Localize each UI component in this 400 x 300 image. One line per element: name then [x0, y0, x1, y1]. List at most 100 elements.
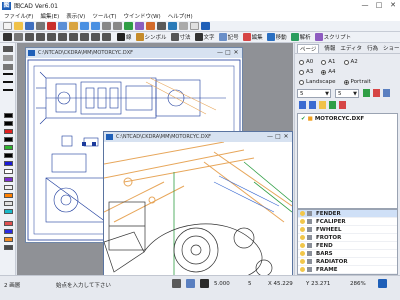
radio-a4[interactable]: [321, 69, 327, 75]
add-file-icon[interactable]: [319, 101, 326, 109]
remove-icon[interactable]: [339, 101, 346, 109]
doc-front-maximize-button[interactable]: □: [274, 133, 282, 141]
tab-page[interactable]: ページ: [297, 43, 320, 53]
delete-icon[interactable]: [373, 89, 380, 97]
lock-icon[interactable]: [307, 211, 312, 216]
tool-text[interactable]: 文字: [204, 33, 215, 41]
doc-close-button[interactable]: ✕: [232, 49, 240, 57]
doc-front-close-button[interactable]: ✕: [282, 133, 290, 141]
visibility-icon[interactable]: [300, 227, 305, 232]
tool-move[interactable]: 移動: [276, 33, 287, 41]
ellipse-icon[interactable]: [80, 33, 89, 41]
color-purple-swatch[interactable]: [4, 177, 13, 182]
copy-icon[interactable]: [58, 22, 67, 30]
tab-short[interactable]: ショート: [383, 44, 400, 52]
menu-window[interactable]: ウインドウ(W): [123, 12, 160, 20]
tool-analyze[interactable]: 解析: [300, 33, 311, 41]
menu-view[interactable]: 表示(V): [66, 12, 85, 20]
visibility-icon[interactable]: [300, 243, 305, 248]
lock-icon[interactable]: [307, 259, 312, 264]
color-red-swatch[interactable]: [4, 129, 13, 134]
radio-a1[interactable]: [321, 59, 327, 65]
close-button[interactable]: ✕: [386, 0, 400, 11]
line-icon[interactable]: [25, 33, 34, 41]
select-arrow-icon[interactable]: [3, 33, 12, 41]
menu-edit[interactable]: 編集(E): [40, 12, 59, 20]
tool-dimension[interactable]: 寸法: [180, 33, 191, 41]
zoom-fit-icon[interactable]: [124, 22, 133, 30]
lock-icon[interactable]: [307, 267, 312, 272]
drawing-window-front-titlebar[interactable]: C:\NTCAD\CKDRA\MM\MOTORCYC.DXF: [104, 132, 292, 142]
visibility-icon[interactable]: [300, 259, 305, 264]
color-dark-swatch[interactable]: [4, 137, 13, 142]
help-icon[interactable]: [201, 22, 210, 30]
zoom-out-icon[interactable]: [113, 22, 122, 30]
point-icon[interactable]: [14, 33, 23, 41]
tab-action[interactable]: 行為: [367, 44, 378, 52]
layer-row[interactable]: FWHEEL: [298, 226, 397, 234]
grid-toggle-icon[interactable]: [172, 279, 181, 288]
cad-drawing-canvas-front[interactable]: [104, 142, 292, 275]
color-blue-swatch[interactable]: [4, 161, 13, 166]
doc-maximize-button[interactable]: □: [224, 49, 232, 57]
polyline-icon[interactable]: [36, 33, 45, 41]
rect-icon[interactable]: [47, 33, 56, 41]
layer-row[interactable]: BARS: [298, 250, 397, 258]
radio-a3[interactable]: [299, 69, 304, 75]
color-dark2-swatch[interactable]: [4, 153, 13, 158]
layer-row[interactable]: RADIATOR: [298, 258, 397, 266]
maximize-button[interactable]: □: [372, 0, 386, 11]
menu-file[interactable]: ファイル(F): [4, 12, 33, 20]
settings-icon[interactable]: [179, 22, 188, 30]
save-icon[interactable]: [25, 22, 34, 30]
color-white-swatch[interactable]: [4, 169, 13, 174]
hatch-icon[interactable]: [91, 33, 100, 41]
new-file-icon[interactable]: [3, 22, 12, 30]
visibility-icon[interactable]: [300, 235, 305, 240]
ortho-toggle-icon[interactable]: [200, 279, 209, 288]
radio-landscape[interactable]: [299, 79, 304, 85]
layer-row[interactable]: FCALIPER: [298, 218, 397, 226]
color-pink-swatch[interactable]: [4, 221, 13, 226]
line-style-icon[interactable]: [3, 55, 13, 61]
visibility-icon[interactable]: [300, 267, 305, 272]
spline-icon[interactable]: [102, 33, 111, 41]
open-folder-icon[interactable]: [14, 22, 23, 30]
color-cyan-swatch[interactable]: [4, 209, 13, 214]
paste-icon[interactable]: [69, 22, 78, 30]
file-item[interactable]: ✔ ■ MOTORCYC.DXF: [298, 114, 397, 123]
pen-select[interactable]: 5 ▼: [297, 89, 331, 98]
snap-icon[interactable]: [157, 22, 166, 30]
up-icon[interactable]: [299, 101, 306, 109]
circle-icon[interactable]: [58, 33, 67, 41]
lock-icon[interactable]: [307, 243, 312, 248]
tab-info[interactable]: 情報: [324, 44, 335, 52]
tool-mark[interactable]: 記号: [228, 33, 239, 41]
thin-line-icon[interactable]: [3, 73, 13, 75]
color-amber-swatch[interactable]: [4, 237, 13, 242]
visibility-icon[interactable]: [300, 211, 305, 216]
radio-a0[interactable]: [299, 59, 304, 65]
tool-script[interactable]: スクリプト: [324, 33, 352, 41]
line-weight-icon[interactable]: [3, 64, 13, 70]
down-icon[interactable]: [309, 101, 316, 109]
window-icon[interactable]: [190, 22, 199, 30]
layer-row[interactable]: FROTOR: [298, 234, 397, 242]
radio-a2[interactable]: [343, 59, 349, 65]
drawing-window-front[interactable]: C:\NTCAD\CKDRA\MM\MOTORCYC.DXF — □ ✕: [103, 131, 293, 275]
doc-minimize-button[interactable]: —: [216, 49, 224, 57]
arc-icon[interactable]: [69, 33, 78, 41]
radio-portrait[interactable]: [343, 79, 349, 85]
menu-help[interactable]: ヘルプ(H): [168, 12, 193, 20]
color-black2-swatch[interactable]: [4, 121, 13, 126]
drawing-window-back-titlebar[interactable]: C:\NTCAD\CKDRA\MM\MOTORCYC.DXF: [26, 48, 242, 58]
measure-icon[interactable]: [168, 22, 177, 30]
snap-toggle-icon[interactable]: [186, 279, 195, 288]
color-black-swatch[interactable]: [4, 113, 13, 118]
undo-icon[interactable]: [80, 22, 89, 30]
minimize-button[interactable]: —: [358, 0, 372, 11]
props-icon[interactable]: [383, 89, 390, 97]
grid-icon[interactable]: [146, 22, 155, 30]
visibility-icon[interactable]: [300, 251, 305, 256]
zoom-in-icon[interactable]: [102, 22, 111, 30]
